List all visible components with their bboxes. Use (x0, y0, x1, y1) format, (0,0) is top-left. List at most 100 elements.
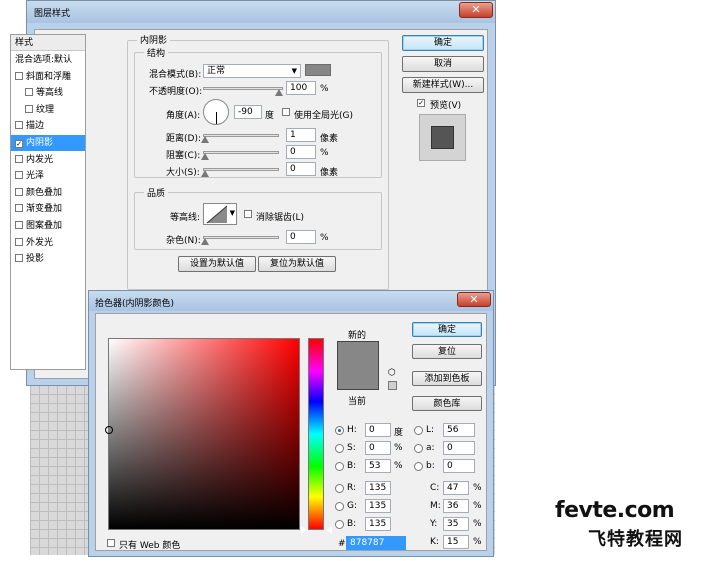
hue-slider-bar[interactable] (308, 338, 324, 530)
noise-slider-thumb[interactable] (201, 238, 209, 245)
color-field-input[interactable]: 135 (365, 499, 391, 513)
color-mode-radio[interactable] (335, 444, 344, 453)
cancel-button[interactable]: 取消 (402, 56, 484, 72)
style-item-checkbox[interactable] (15, 204, 23, 213)
new-color-label: 新的 (348, 331, 367, 341)
saturation-brightness-field[interactable] (105, 338, 300, 530)
lab-field-input[interactable]: 0 (443, 459, 475, 473)
style-item-checkbox[interactable] (15, 237, 23, 246)
noise-input[interactable]: 0 (286, 230, 316, 244)
lab-mode-radio[interactable] (414, 426, 423, 435)
style-list-item[interactable]: 投影 (11, 251, 85, 267)
shadow-color-swatch[interactable] (305, 64, 331, 76)
lab-mode-radio[interactable] (414, 462, 423, 471)
cp-ok-button[interactable]: 确定 (412, 322, 482, 337)
size-slider[interactable] (203, 168, 279, 171)
layer-style-close-button[interactable]: ✕ (459, 2, 493, 18)
style-list-item[interactable]: 渐变叠加 (11, 201, 85, 217)
style-item-checkbox[interactable] (15, 154, 23, 163)
size-slider-thumb[interactable] (201, 170, 209, 177)
style-item-checkbox[interactable] (25, 88, 33, 97)
color-field-unit: % (394, 443, 403, 453)
color-mode-radio[interactable] (335, 426, 344, 435)
style-list-item[interactable]: 斜面和浮雕 (11, 69, 85, 85)
opacity-slider-thumb[interactable] (275, 89, 283, 96)
set-default-button[interactable]: 设置为默认值 (178, 256, 256, 272)
style-item-checkbox[interactable] (25, 104, 33, 113)
style-list-item[interactable]: 混合选项:默认 (11, 52, 85, 68)
color-field-input[interactable]: 135 (365, 481, 391, 495)
style-list-item[interactable]: 纹理 (11, 102, 85, 118)
color-mode-radio[interactable] (335, 520, 344, 529)
style-item-checkbox[interactable]: ✓ (15, 140, 23, 148)
color-mode-radio[interactable] (335, 484, 344, 493)
choke-slider[interactable] (203, 151, 279, 154)
color-field-cursor[interactable] (105, 426, 113, 434)
preview-checkbox[interactable]: ✓ (417, 99, 425, 107)
choke-label: 阻塞(C): (166, 151, 201, 161)
lab-field-input[interactable]: 56 (443, 423, 475, 437)
blend-mode-select[interactable]: 正常 ▼ (203, 64, 301, 78)
add-to-swatches-button[interactable]: 添加到色板 (412, 371, 482, 386)
antialias-checkbox[interactable] (244, 210, 252, 218)
current-color-swatch[interactable] (337, 366, 379, 390)
cmyk-field-input[interactable]: 35 (443, 517, 469, 531)
noise-slider[interactable] (203, 236, 279, 239)
color-mode-radio[interactable] (335, 462, 344, 471)
global-light-checkbox[interactable] (282, 108, 290, 116)
style-item-checkbox[interactable] (15, 71, 23, 80)
distance-input[interactable]: 1 (286, 128, 316, 142)
choke-slider-thumb[interactable] (201, 153, 209, 160)
style-list-item[interactable]: ✓ 内阴影 (11, 135, 85, 151)
style-item-checkbox[interactable] (15, 171, 23, 180)
cmyk-field-input[interactable]: 36 (443, 499, 469, 513)
distance-slider-thumb[interactable] (201, 136, 209, 143)
cmyk-field-input[interactable]: 15 (443, 535, 469, 549)
cube-icon[interactable]: ⬡ (388, 368, 396, 378)
hue-slider-left-arrow[interactable] (301, 526, 307, 534)
opacity-slider[interactable] (203, 87, 283, 90)
angle-dial[interactable] (203, 99, 229, 125)
choke-input[interactable]: 0 (286, 145, 316, 159)
color-field-input[interactable]: 53 (365, 459, 391, 473)
style-list-item[interactable]: 光泽 (11, 168, 85, 184)
hex-input[interactable]: 878787 (346, 536, 406, 550)
new-style-button[interactable]: 新建样式(W)... (402, 77, 484, 93)
angle-input[interactable]: -90 (234, 105, 262, 119)
global-light-label: 使用全局光(G) (294, 111, 353, 121)
opacity-input[interactable]: 100 (286, 81, 316, 95)
style-list-header: 样式 (11, 35, 85, 51)
style-item-checkbox[interactable] (15, 254, 23, 263)
web-safe-swatch-icon[interactable] (388, 381, 397, 390)
distance-slider[interactable] (203, 134, 279, 137)
color-field-label: R: (347, 483, 357, 493)
color-mode-radio[interactable] (335, 502, 344, 511)
style-list-item[interactable]: 等高线 (11, 85, 85, 101)
hue-slider-right-arrow[interactable] (326, 526, 332, 534)
lab-mode-radio[interactable] (414, 444, 423, 453)
style-item-checkbox[interactable] (15, 221, 23, 229)
style-list-item[interactable]: 描边 (11, 118, 85, 134)
style-item-label: 内发光 (26, 154, 54, 165)
color-field-input[interactable]: 0 (365, 441, 391, 455)
lab-field-input[interactable]: 0 (443, 441, 475, 455)
style-item-checkbox[interactable] (15, 121, 23, 130)
color-libraries-button[interactable]: 颜色库 (412, 396, 482, 411)
style-list-item[interactable]: 图案叠加 (11, 218, 85, 234)
style-item-checkbox[interactable] (15, 187, 23, 196)
color-field-input[interactable]: 0 (365, 423, 391, 437)
style-list-item[interactable]: 颜色叠加 (11, 185, 85, 201)
reset-default-button[interactable]: 复位为默认值 (258, 256, 336, 272)
style-list-item[interactable]: 外发光 (11, 235, 85, 251)
color-field-input[interactable]: 135 (365, 517, 391, 531)
web-only-checkbox[interactable] (107, 539, 115, 547)
color-picker-close-button[interactable]: ✕ (457, 292, 491, 307)
blend-mode-value: 正常 (207, 66, 226, 76)
size-input[interactable]: 0 (286, 162, 316, 176)
style-list-item[interactable]: 内发光 (11, 152, 85, 168)
cmyk-field-input[interactable]: 47 (443, 481, 469, 495)
ok-button[interactable]: 确定 (402, 35, 484, 51)
web-only-label: 只有 Web 颜色 (119, 541, 181, 551)
cp-reset-button[interactable]: 复位 (412, 344, 482, 359)
contour-picker[interactable]: ▼ (203, 203, 237, 225)
